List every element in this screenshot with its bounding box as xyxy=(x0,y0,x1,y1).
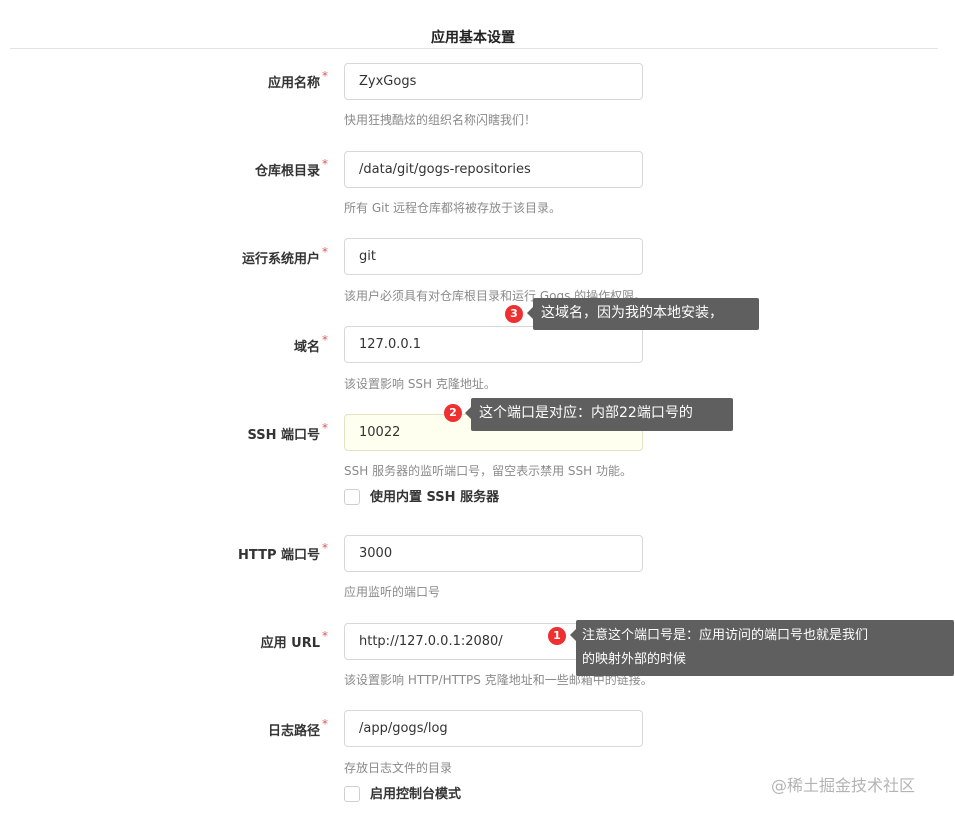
app-name-help: 快用狂拽酷炫的组织名称闪瞎我们！ xyxy=(344,113,537,127)
log-path-label-text: 日志路径 xyxy=(267,724,320,739)
http-port-label: HTTP 端口号 * xyxy=(238,541,328,563)
annotation-callout-3: 这域名，因为我的本地安装， xyxy=(527,298,759,330)
repo-root-help: 所有 Git 远程仓库都将被存放于该目录。 xyxy=(344,201,561,215)
repo-root-label-text: 仓库根目录 xyxy=(254,164,320,179)
domain-label: 域名 * xyxy=(293,333,328,355)
callout-arrow xyxy=(570,629,576,641)
annotation-badge-3: 3 xyxy=(505,305,523,323)
section-divider xyxy=(10,48,938,49)
domain-label-text: 域名 xyxy=(293,340,320,355)
app-name-input[interactable]: ZyxGogs xyxy=(344,63,643,100)
app-name-label-text: 应用名称 xyxy=(267,76,320,91)
http-port-input[interactable]: 3000 xyxy=(344,535,643,572)
domain-input[interactable]: 127.0.0.1 xyxy=(344,326,643,363)
run-user-label-text: 运行系统用户 xyxy=(241,252,320,267)
run-user-label: 运行系统用户 * xyxy=(241,245,328,267)
required-marker: * xyxy=(322,333,328,347)
watermark: @稀土掘金技术社区 xyxy=(771,776,916,795)
ssh-port-label: SSH 端口号 * xyxy=(247,421,328,443)
annotation-callout-2: 这个端口是对应：内部22端口号的 xyxy=(465,398,733,431)
builtin-ssh-checkbox[interactable] xyxy=(344,489,360,505)
annotation-text-1-line2: 的映射外部的时候 xyxy=(582,652,687,667)
required-marker: * xyxy=(322,157,328,171)
required-marker: * xyxy=(322,629,328,643)
log-path-input[interactable]: /app/gogs/log xyxy=(344,710,643,747)
required-marker: * xyxy=(322,421,328,435)
domain-help: 该设置影响 SSH 克隆地址。 xyxy=(344,377,496,391)
annotation-callout-1: 注意这个端口号是：应用访问的端口号也就是我们 的映射外部的时候 xyxy=(570,620,954,676)
http-port-label-text: HTTP 端口号 xyxy=(238,548,320,563)
callout-arrow xyxy=(465,407,471,419)
annotation-text-1-line1: 注意这个端口号是：应用访问的端口号也就是我们 xyxy=(582,628,869,643)
ssh-port-help: SSH 服务器的监听端口号，留空表示禁用 SSH 功能。 xyxy=(344,464,632,478)
repo-root-label: 仓库根目录 * xyxy=(254,157,328,179)
app-name-label: 应用名称 * xyxy=(267,69,328,91)
required-marker: * xyxy=(322,541,328,555)
app-url-label-text: 应用 URL xyxy=(260,636,320,651)
required-marker: * xyxy=(322,245,328,259)
console-mode-label[interactable]: 启用控制台模式 xyxy=(370,786,461,803)
callout-arrow xyxy=(527,307,533,319)
required-marker: * xyxy=(322,717,328,731)
builtin-ssh-label[interactable]: 使用内置 SSH 服务器 xyxy=(370,489,499,506)
run-user-input[interactable]: git xyxy=(344,238,643,275)
required-marker: * xyxy=(322,69,328,83)
app-url-label: 应用 URL * xyxy=(260,629,328,651)
annotation-text-2: 这个端口是对应：内部22端口号的 xyxy=(479,405,693,421)
log-path-label: 日志路径 * xyxy=(267,717,328,739)
console-mode-checkbox[interactable] xyxy=(344,786,360,802)
log-path-help: 存放日志文件的目录 xyxy=(344,761,453,775)
http-port-help: 应用监听的端口号 xyxy=(344,585,441,599)
ssh-port-label-text: SSH 端口号 xyxy=(247,428,320,443)
repo-root-input[interactable]: /data/git/gogs-repositories xyxy=(344,151,643,188)
annotation-badge-1: 1 xyxy=(548,627,566,645)
annotation-text-3: 这域名，因为我的本地安装， xyxy=(541,305,723,321)
annotation-badge-2: 2 xyxy=(444,404,462,422)
section-title: 应用基本设置 xyxy=(431,30,515,46)
